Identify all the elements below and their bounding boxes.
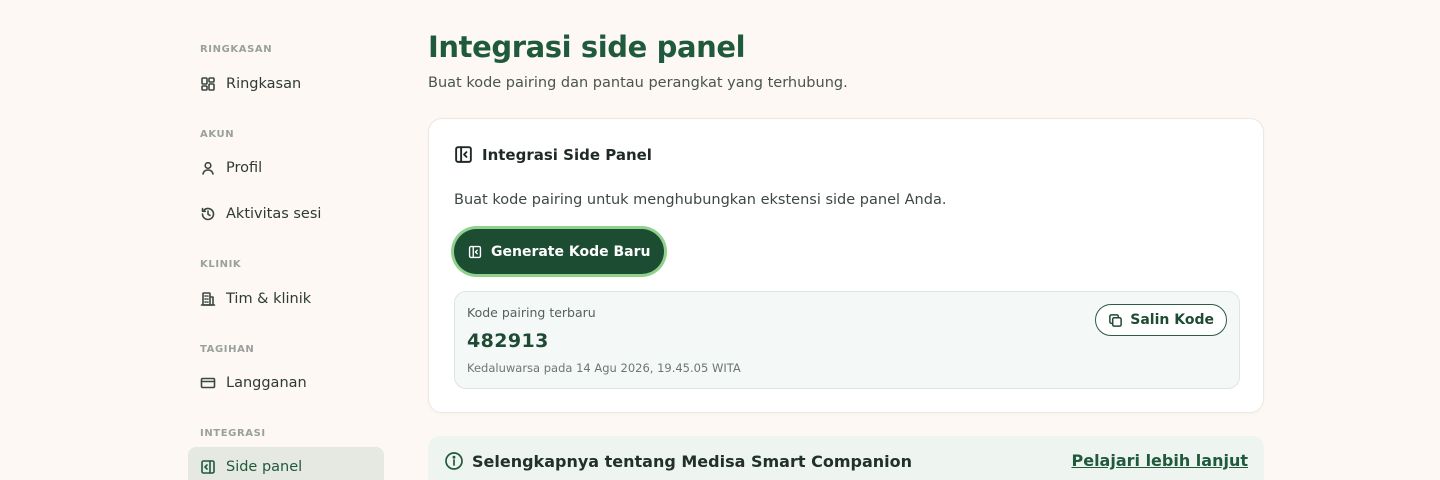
learn-more-link[interactable]: Pelajari lebih lanjut bbox=[1071, 451, 1248, 470]
info-title-row: Selengkapnya tentang Medisa Smart Compan… bbox=[444, 451, 912, 471]
card-description: Buat kode pairing untuk menghubungkan ek… bbox=[454, 192, 947, 208]
sidebar-item-label: Aktivitas sesi bbox=[226, 206, 322, 222]
credit-card-icon bbox=[200, 375, 216, 391]
info-icon bbox=[444, 451, 464, 471]
section-label-integrasi: INTEGRASI bbox=[200, 428, 266, 439]
generate-code-label: Generate Kode Baru bbox=[491, 243, 651, 260]
sidebar-item-label: Side panel bbox=[226, 459, 303, 475]
sidebar-item-tim-klinik[interactable]: Tim & klinik bbox=[188, 279, 384, 319]
section-label-akun: AKUN bbox=[200, 129, 235, 140]
pairing-code-box: Kode pairing terbaru 482913 Kedaluwarsa … bbox=[454, 291, 1240, 389]
card-title: Integrasi Side Panel bbox=[482, 145, 652, 164]
sidebar-item-side-panel[interactable]: Side panel bbox=[188, 447, 384, 480]
copy-code-label: Salin Kode bbox=[1130, 312, 1214, 328]
side-panel-integration-card: Integrasi Side Panel Buat kode pairing u… bbox=[428, 118, 1264, 413]
info-banner: Selengkapnya tentang Medisa Smart Compan… bbox=[428, 436, 1264, 480]
generate-code-button[interactable]: Generate Kode Baru bbox=[454, 229, 665, 274]
section-label-tagihan: TAGIHAN bbox=[200, 344, 255, 355]
side-panel-icon bbox=[454, 145, 473, 164]
section-label-klinik: KLINIK bbox=[200, 259, 242, 270]
page-title: Integrasi side panel bbox=[428, 30, 746, 64]
pairing-code-value: 482913 bbox=[467, 330, 549, 352]
card-header: Integrasi Side Panel bbox=[454, 145, 652, 164]
sidebar-item-label: Profil bbox=[226, 160, 263, 176]
copy-code-button[interactable]: Salin Kode bbox=[1095, 304, 1227, 336]
sidebar-item-aktivitas-sesi[interactable]: Aktivitas sesi bbox=[188, 194, 384, 234]
sidebar-item-profil[interactable]: Profil bbox=[188, 148, 384, 188]
side-panel-icon bbox=[468, 245, 482, 259]
info-title: Selengkapnya tentang Medisa Smart Compan… bbox=[472, 451, 912, 471]
sidebar-item-label: Tim & klinik bbox=[226, 291, 312, 307]
copy-icon bbox=[1108, 313, 1123, 328]
history-icon bbox=[200, 206, 216, 222]
sidebar-item-label: Ringkasan bbox=[226, 76, 302, 92]
dashboard-icon bbox=[200, 76, 216, 92]
building-icon bbox=[200, 291, 216, 307]
user-icon bbox=[200, 160, 216, 176]
pairing-code-label: Kode pairing terbaru bbox=[467, 305, 596, 320]
page-subtitle: Buat kode pairing dan pantau perangkat y… bbox=[428, 75, 848, 91]
sidebar-item-langganan[interactable]: Langganan bbox=[188, 363, 384, 403]
pairing-code-expiry: Kedaluwarsa pada 14 Agu 2026, 19.45.05 W… bbox=[467, 361, 741, 375]
sidebar-item-ringkasan[interactable]: Ringkasan bbox=[188, 64, 384, 104]
section-label-ringkasan: RINGKASAN bbox=[200, 44, 273, 55]
side-panel-icon bbox=[200, 459, 216, 475]
sidebar-item-label: Langganan bbox=[226, 375, 307, 391]
